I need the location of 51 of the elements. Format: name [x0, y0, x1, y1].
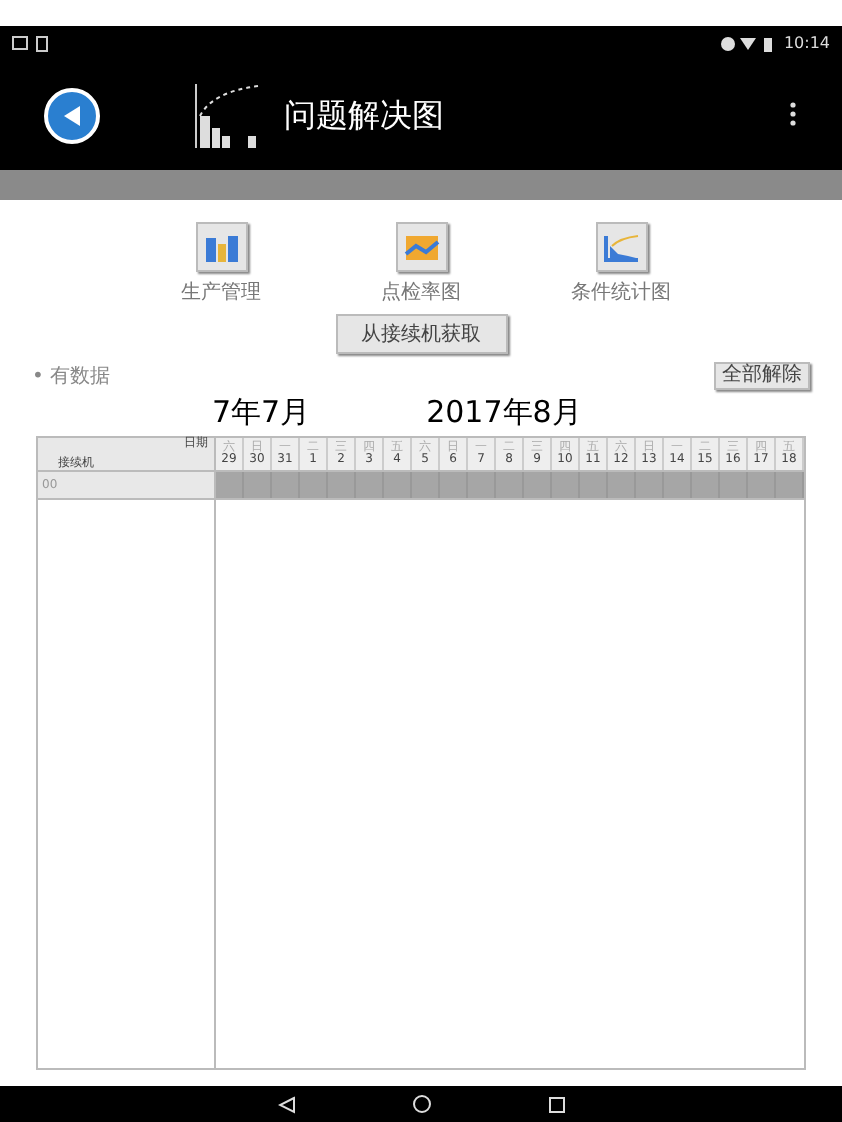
- grid-cell: [720, 472, 748, 498]
- grid-cell: [216, 472, 244, 498]
- grid-cell: [580, 472, 608, 498]
- grid-cell: [440, 472, 468, 498]
- back-nav-button[interactable]: [277, 1095, 295, 1113]
- fetch-button[interactable]: 从接续机获取: [335, 314, 507, 354]
- grid-cell: [272, 472, 300, 498]
- curve-chart-icon: [603, 233, 639, 261]
- chart-tool-button[interactable]: [595, 222, 647, 272]
- clock-time: 10:14: [783, 31, 830, 55]
- back-arrow-icon: [62, 103, 82, 127]
- month-label: 7年7月: [212, 391, 311, 434]
- image-icon: [12, 36, 28, 50]
- pareto-chart-logo: [192, 79, 264, 151]
- recents-nav-button[interactable]: [547, 1095, 565, 1113]
- grid-cell: [692, 472, 720, 498]
- chart-tool-button[interactable]: [395, 222, 447, 272]
- grid-cell: [664, 472, 692, 498]
- bar-chart-icon: [203, 233, 239, 261]
- grid-cell: [748, 472, 776, 498]
- app-title: 问题解决图: [284, 93, 444, 137]
- grid-cell: [244, 472, 272, 498]
- grid-cell: [468, 472, 496, 498]
- status-icons: [719, 35, 776, 51]
- grid-cell: [496, 472, 524, 498]
- back-button[interactable]: [44, 87, 100, 143]
- grid-cell: [384, 472, 412, 498]
- grid-cell: [300, 472, 328, 498]
- filter-label: • 有数据: [32, 363, 111, 391]
- grid-cell: [524, 472, 552, 498]
- tool-label: 条件统计图: [571, 279, 671, 308]
- chart-icon: [403, 233, 439, 261]
- month-label: 2017年8月: [426, 391, 582, 434]
- phone-icon: [36, 35, 48, 51]
- grid-cell: [636, 472, 664, 498]
- grid-cell: [356, 472, 384, 498]
- overflow-menu-button[interactable]: [786, 101, 798, 129]
- recents-square-icon: [547, 1095, 565, 1113]
- grid-cell: [328, 472, 356, 498]
- clear-all-button[interactable]: 全部解除: [714, 362, 810, 390]
- home-nav-button[interactable]: [411, 1094, 431, 1114]
- more-icon: [789, 101, 795, 125]
- home-circle-icon: [411, 1094, 431, 1114]
- chart-tool-button[interactable]: [195, 222, 247, 272]
- grid-cell: [552, 472, 580, 498]
- back-triangle-icon: [277, 1095, 295, 1113]
- grid-cell: [608, 472, 636, 498]
- tool-label: 生产管理: [181, 279, 261, 308]
- grid-cell: [776, 472, 804, 498]
- tool-label: 点检率图: [381, 279, 461, 308]
- grid-cell: [412, 472, 440, 498]
